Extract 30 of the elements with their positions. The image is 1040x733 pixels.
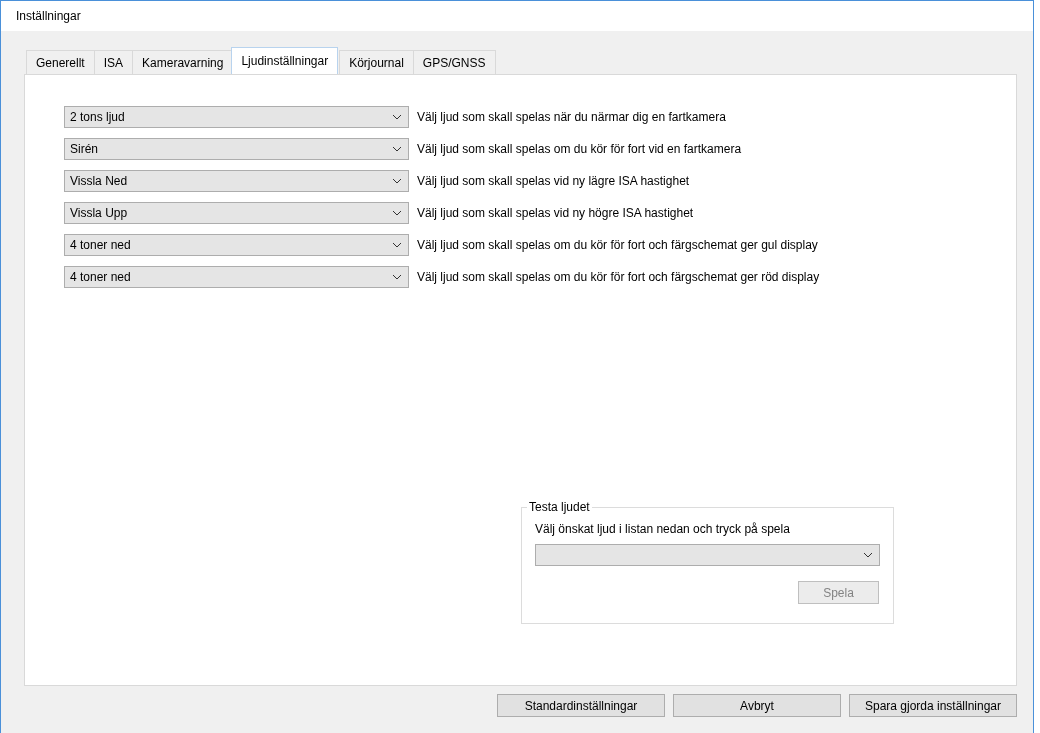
footer-button[interactable]: Avbryt [673, 694, 841, 717]
sound-dropdown[interactable] [535, 544, 880, 566]
tab[interactable]: Generellt [26, 50, 95, 74]
dropdown-label: Välj ljud som skall spelas vid ny lägre ISA hastighet [417, 174, 690, 188]
tab[interactable]: Ljudinställningar [231, 47, 339, 74]
chevron-down-icon [863, 552, 873, 558]
sound-dropdown[interactable]: Sirén [64, 138, 409, 160]
instruction-text: Välj önskat ljud i listan nedan och tryck på spela [535, 522, 791, 536]
dropdown-label: Välj ljud som skall spelas när du närmar dig en fartkamera [417, 110, 726, 124]
footer-button[interactable]: Spara gjorda inställningar [849, 694, 1017, 717]
tab[interactable]: Körjournal [339, 50, 414, 74]
dropdown-label: Välj ljud som skall spelas om du kör för fort vid en fartkamera [417, 142, 742, 156]
sound-dropdown[interactable]: 4 toner ned [64, 234, 409, 256]
chevron-down-icon [392, 114, 402, 120]
dropdown-label: Välj ljud som skall spelas vid ny högre ISA hastighet [417, 206, 694, 220]
dropdown-label: Välj ljud som skall spelas om du kör för fort och färgschemat ger röd display [417, 270, 820, 284]
group-title: Testa ljudet [528, 500, 591, 514]
chevron-down-icon [392, 146, 402, 152]
sound-dropdown[interactable]: Vissla Ned [64, 170, 409, 192]
sound-dropdown[interactable]: Vissla Upp [64, 202, 409, 224]
window-title: Inställningar [16, 9, 81, 23]
footer-button[interactable]: Standardinställningar [497, 694, 665, 717]
sound-dropdown[interactable]: 2 tons ljud [64, 106, 409, 128]
tab[interactable]: GPS/GNSS [412, 50, 496, 74]
chevron-down-icon [392, 210, 402, 216]
sound-dropdown[interactable]: 4 toner ned [64, 266, 409, 288]
chevron-down-icon [392, 178, 402, 184]
chevron-down-icon [392, 274, 402, 280]
dropdown-label: Välj ljud som skall spelas om du kör för fort och färgschemat ger gul display [417, 238, 818, 252]
chevron-down-icon [392, 242, 402, 248]
